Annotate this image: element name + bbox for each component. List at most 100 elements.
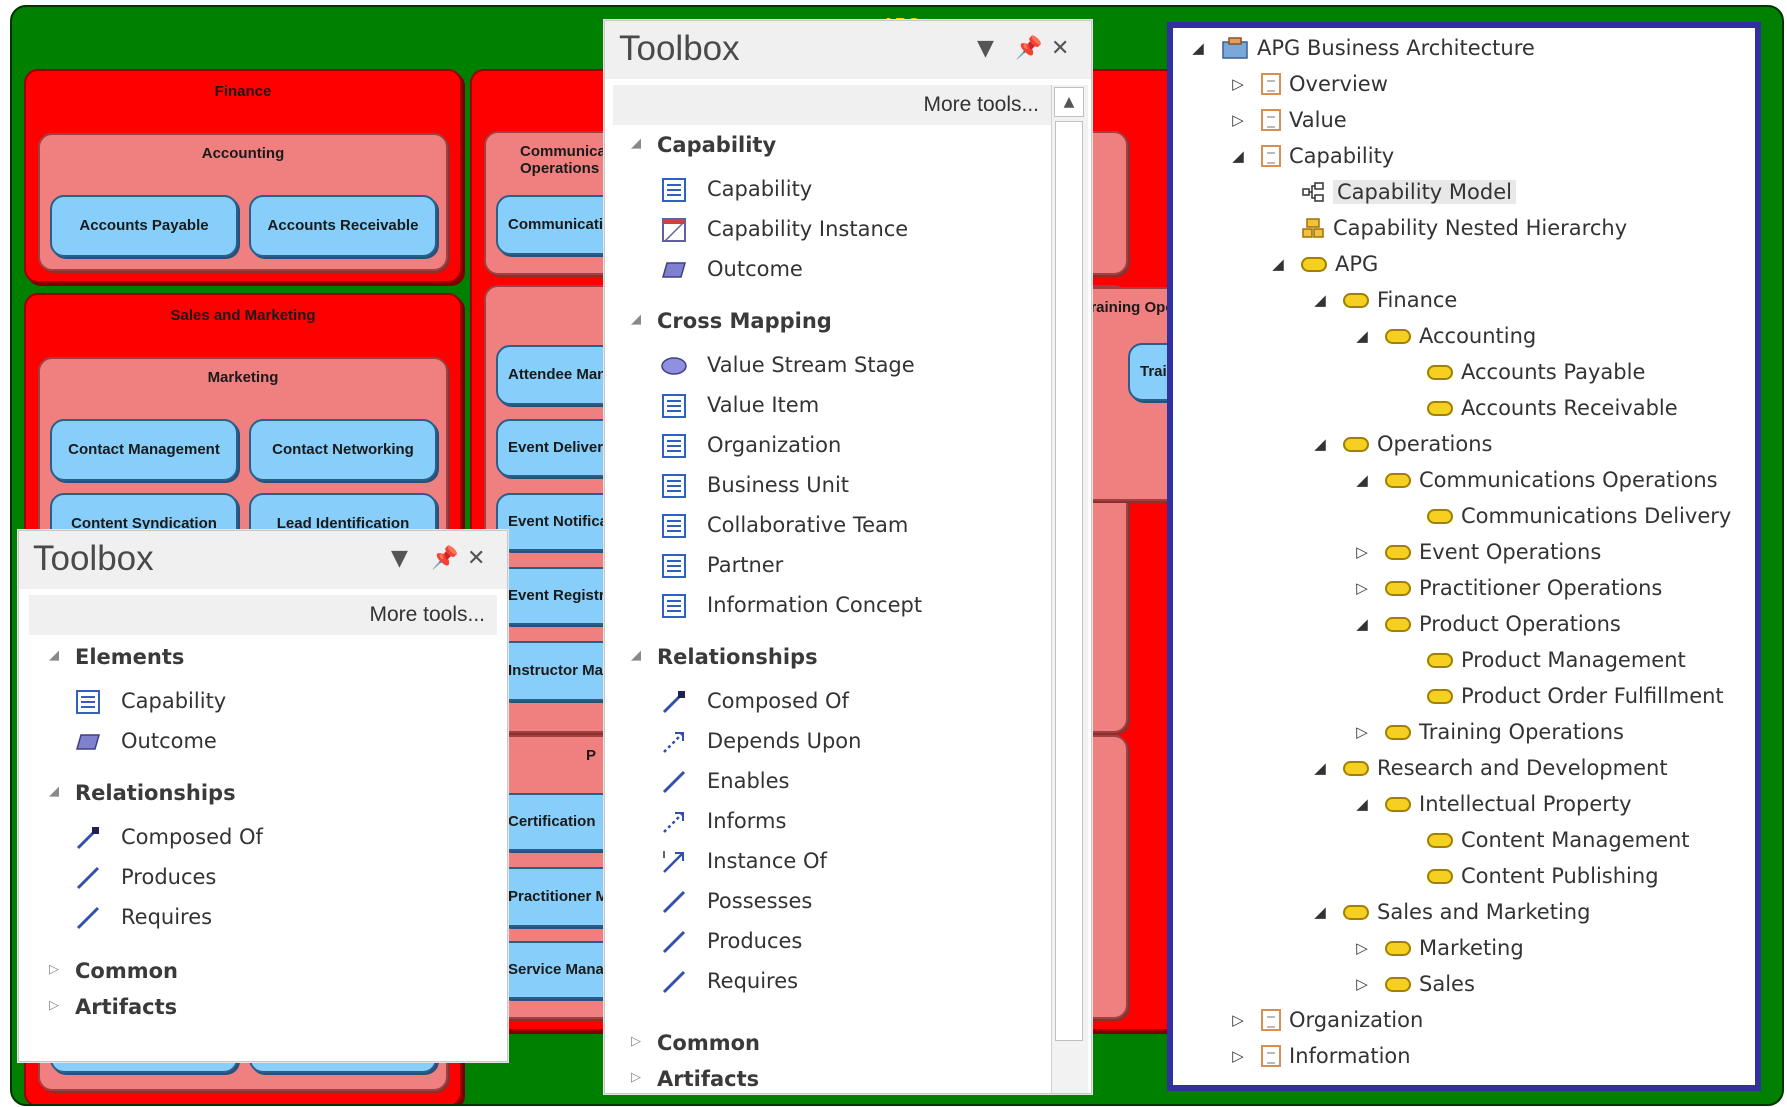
tool-informs[interactable]: Informs	[661, 809, 786, 833]
tool-instance-of[interactable]: Instance Of	[661, 849, 827, 873]
section-elements[interactable]: ◢ Elements	[49, 645, 184, 669]
expand-icon[interactable]: ▷	[1227, 75, 1249, 93]
more-tools-link[interactable]: More tools...	[29, 595, 497, 635]
section-artifacts[interactable]: ▷ Artifacts	[49, 995, 177, 1019]
tool-composed-of[interactable]: Composed Of	[661, 689, 849, 714]
collapse-icon[interactable]: ◢	[1309, 759, 1331, 777]
tree-node-capability[interactable]: ◢ Capability	[1227, 140, 1394, 172]
tool-possesses[interactable]: Possesses	[661, 889, 812, 914]
collapse-icon[interactable]: ◢	[1351, 795, 1373, 813]
tool-information-concept[interactable]: Information Concept	[661, 593, 922, 618]
collapse-icon[interactable]: ◢	[1227, 147, 1249, 165]
toolbox-scrollbar[interactable]: ▲	[1051, 85, 1088, 1093]
tree-node-operations[interactable]: ◢ Operations	[1309, 428, 1492, 460]
tool-composed-of[interactable]: Composed Of	[75, 825, 263, 850]
tree-node-sales[interactable]: ▷ Sales	[1351, 968, 1475, 1000]
tool-partner[interactable]: Partner	[661, 553, 783, 578]
tool-collaborative-team[interactable]: Collaborative Team	[661, 513, 908, 538]
leaf-contact-networking[interactable]: Contact Networking	[249, 419, 437, 481]
expand-icon[interactable]: ▷	[1227, 1047, 1249, 1065]
tree-node-content-publishing[interactable]: Content Publishing	[1393, 860, 1659, 892]
tree-node-accounting[interactable]: ◢ Accounting	[1351, 320, 1536, 352]
leaf-contact-management[interactable]: Contact Management	[50, 419, 238, 481]
tree-node-intellectual-property[interactable]: ◢ Intellectual Property	[1351, 788, 1631, 820]
tree-node-accounts-payable[interactable]: Accounts Payable	[1393, 356, 1645, 388]
tree-node-capability-model[interactable]: Capability Model	[1267, 176, 1516, 208]
section-common[interactable]: ▷ Common	[49, 959, 178, 983]
tool-outcome[interactable]: Outcome	[75, 729, 217, 753]
tree-node-organization[interactable]: ▷ Organization	[1227, 1004, 1423, 1036]
collapse-icon[interactable]: ◢	[1351, 615, 1373, 633]
tree-node-product-operations[interactable]: ◢ Product Operations	[1351, 608, 1621, 640]
expand-icon[interactable]: ▷	[631, 1034, 641, 1049]
tool-requires[interactable]: Requires	[75, 905, 212, 930]
section-cross-mapping[interactable]: ◢ Cross Mapping	[631, 309, 832, 333]
section-capability[interactable]: ◢ Capability	[631, 133, 776, 157]
tree-node-finance[interactable]: ◢ Finance	[1309, 284, 1457, 316]
tool-produces[interactable]: Produces	[75, 865, 216, 890]
collapse-icon[interactable]: ◢	[1309, 903, 1331, 921]
collapse-icon[interactable]: ◢	[1187, 39, 1209, 57]
expand-icon[interactable]: ▷	[1351, 543, 1373, 561]
tree-node-information[interactable]: ▷ Information	[1227, 1040, 1410, 1072]
tree-node-content-management[interactable]: Content Management	[1393, 824, 1690, 856]
project-browser[interactable]: ◢ APG Business Architecture ▷ Overview ▷…	[1167, 22, 1761, 1091]
tree-node-training-operations[interactable]: ▷ Training Operations	[1351, 716, 1624, 748]
tool-requires[interactable]: Requires	[661, 969, 798, 994]
expand-icon[interactable]: ▷	[49, 998, 59, 1013]
more-tools-link[interactable]: More tools...	[613, 85, 1051, 125]
tree-node-communications-operations[interactable]: ◢ Communications Operations	[1351, 464, 1717, 496]
tree-node-product-management[interactable]: Product Management	[1393, 644, 1686, 676]
leaf-accounts-payable[interactable]: Accounts Payable	[50, 195, 238, 257]
tool-business-unit[interactable]: Business Unit	[661, 473, 849, 498]
expand-icon[interactable]: ▷	[1351, 579, 1373, 597]
tool-produces[interactable]: Produces	[661, 929, 802, 954]
tree-node-communications-delivery[interactable]: Communications Delivery	[1393, 500, 1731, 532]
collapse-icon[interactable]: ◢	[1309, 291, 1331, 309]
expand-icon[interactable]: ▷	[631, 1070, 641, 1085]
tree-node-sales-and-marketing[interactable]: ◢ Sales and Marketing	[1309, 896, 1590, 928]
expand-icon[interactable]: ▷	[49, 962, 59, 977]
leaf-accounts-receivable[interactable]: Accounts Receivable	[249, 195, 437, 257]
tool-value-item[interactable]: Value Item	[661, 393, 819, 418]
expand-icon[interactable]: ▷	[1351, 939, 1373, 957]
dropdown-icon[interactable]: ▼	[391, 547, 408, 571]
pin-icon[interactable]: 📌	[1015, 37, 1042, 61]
section-artifacts[interactable]: ▷ Artifacts	[631, 1067, 759, 1091]
collapse-icon[interactable]: ◢	[631, 648, 641, 663]
subgroup-accounting[interactable]: Accounting Accounts Payable Accounts Rec…	[38, 133, 448, 271]
tree-node-root[interactable]: ◢ APG Business Architecture	[1187, 32, 1535, 64]
toolbox-left[interactable]: Toolbox ▼ 📌 ✕ More tools... ◢ Elements Ca…	[18, 530, 508, 1062]
tool-depends-upon[interactable]: Depends Upon	[661, 729, 861, 753]
collapse-icon[interactable]: ◢	[49, 648, 59, 663]
collapse-icon[interactable]: ◢	[631, 312, 641, 327]
scroll-thumb[interactable]	[1055, 121, 1083, 1041]
collapse-icon[interactable]: ◢	[631, 136, 641, 151]
close-icon[interactable]: ✕	[1051, 37, 1069, 61]
collapse-icon[interactable]: ◢	[1267, 255, 1289, 273]
expand-icon[interactable]: ▷	[1227, 111, 1249, 129]
dropdown-icon[interactable]: ▼	[977, 37, 994, 61]
expand-icon[interactable]: ▷	[1351, 975, 1373, 993]
collapse-icon[interactable]: ◢	[49, 784, 59, 799]
collapse-icon[interactable]: ◢	[1351, 327, 1373, 345]
tree-node-research-and-development[interactable]: ◢ Research and Development	[1309, 752, 1667, 784]
tool-organization[interactable]: Organization	[661, 433, 841, 458]
close-icon[interactable]: ✕	[467, 547, 485, 571]
tree-node-marketing[interactable]: ▷ Marketing	[1351, 932, 1523, 964]
tree-node-overview[interactable]: ▷ Overview	[1227, 68, 1388, 100]
scroll-up-button[interactable]: ▲	[1054, 87, 1084, 117]
tree-node-apg[interactable]: ◢ APG	[1267, 248, 1378, 280]
collapse-icon[interactable]: ◢	[1351, 471, 1373, 489]
expand-icon[interactable]: ▷	[1351, 723, 1373, 741]
tree-node-capability-nested-hierarchy[interactable]: Capability Nested Hierarchy	[1267, 212, 1627, 244]
collapse-icon[interactable]: ◢	[1309, 435, 1331, 453]
section-relationships[interactable]: ◢ Relationships	[49, 781, 236, 805]
tool-capability-instance[interactable]: Capability Instance	[661, 217, 908, 242]
tool-capability[interactable]: Capability	[75, 689, 226, 714]
tree-node-event-operations[interactable]: ▷ Event Operations	[1351, 536, 1601, 568]
tool-capability[interactable]: Capability	[661, 177, 812, 202]
group-finance[interactable]: Finance Accounting Accounts Payable Acco…	[24, 69, 462, 283]
toolbox-middle[interactable]: Toolbox ▼ 📌 ✕ More tools... ▲ ◢ Capabilit…	[604, 20, 1092, 1094]
tree-node-practitioner-operations[interactable]: ▷ Practitioner Operations	[1351, 572, 1662, 604]
